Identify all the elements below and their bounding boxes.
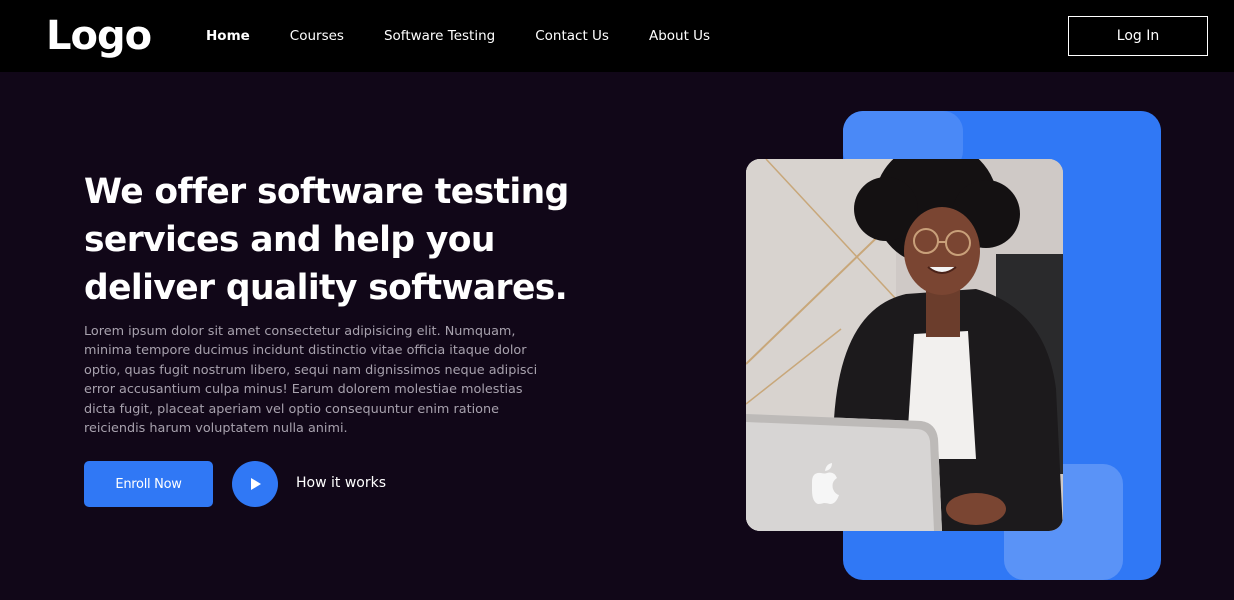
hero-photo (746, 159, 1063, 531)
nav-item-contact-us[interactable]: Contact Us (535, 28, 609, 44)
nav-item-home[interactable]: Home (206, 28, 250, 44)
hero-title-line: deliver quality softwares. (84, 268, 568, 308)
enroll-now-button[interactable]: Enroll Now (84, 461, 213, 507)
site-header: Logo Home Courses Software Testing Conta… (0, 0, 1234, 72)
hero-description: Lorem ipsum dolor sit amet consectetur a… (84, 324, 538, 437)
hero-title: We offer software testing services and h… (84, 168, 604, 312)
login-button[interactable]: Log In (1068, 16, 1208, 56)
nav-item-courses[interactable]: Courses (290, 28, 344, 44)
hero-title-line: We offer software testing (84, 172, 569, 212)
how-it-works-link[interactable]: How it works (296, 475, 386, 491)
logo[interactable]: Logo (46, 10, 152, 62)
play-button[interactable] (232, 461, 278, 507)
hero-title-line: services and help you (84, 220, 495, 260)
nav-item-about-us[interactable]: About Us (649, 28, 710, 44)
nav-item-software-testing[interactable]: Software Testing (384, 28, 495, 44)
main-nav: Home Courses Software Testing Contact Us… (206, 0, 750, 72)
play-icon (251, 478, 261, 490)
